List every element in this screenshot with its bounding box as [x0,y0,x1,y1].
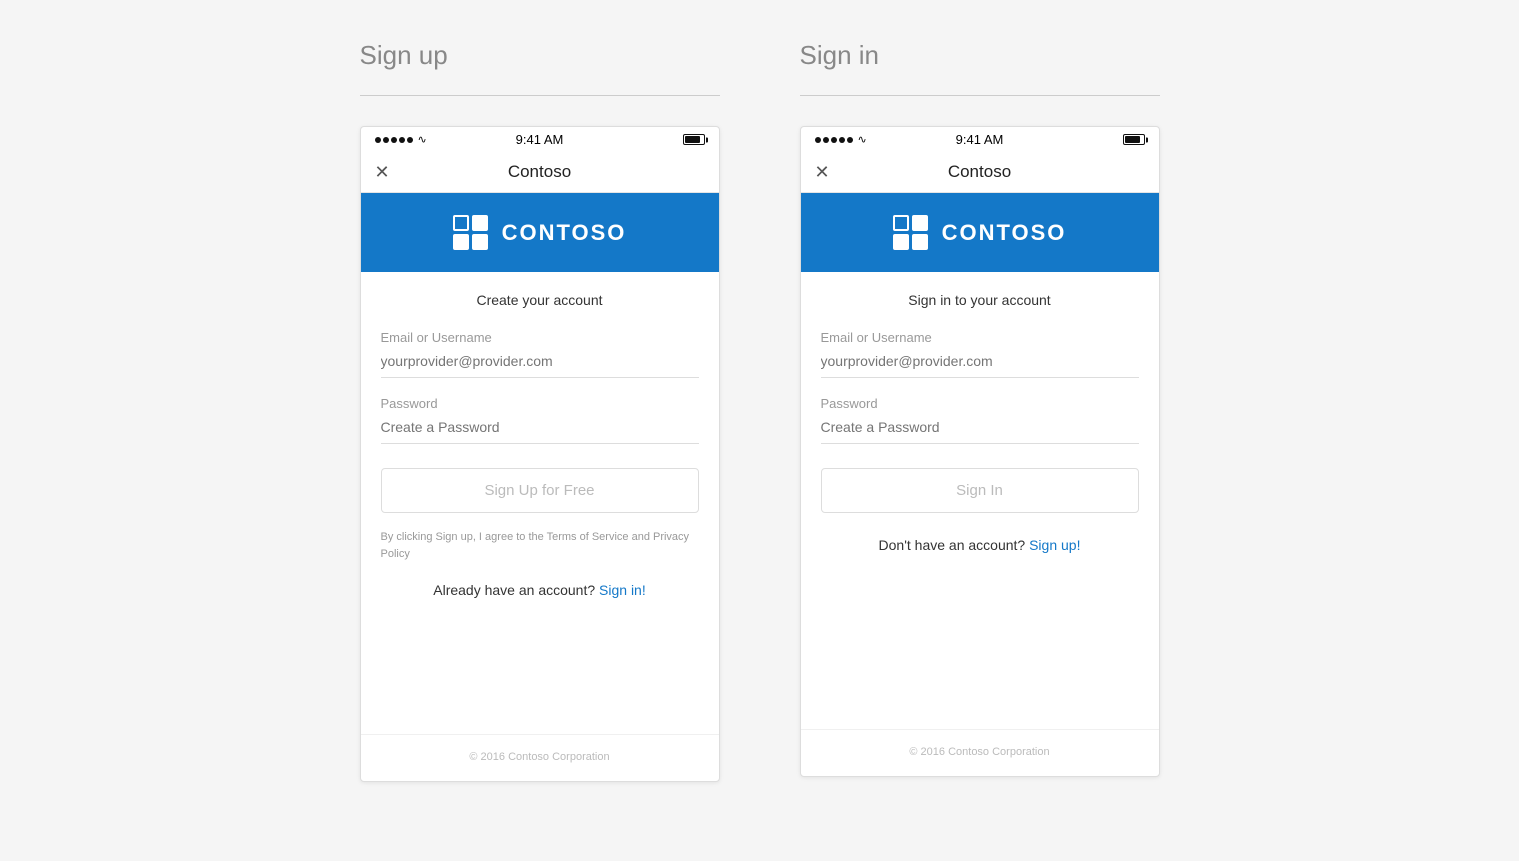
signin-logo-cell-tl [893,215,909,231]
dot-1 [375,137,381,143]
signin-signal-dots [815,137,853,143]
signin-status-time: 9:41 AM [956,132,1004,147]
signin-account-static-text: Don't have an account? [879,537,1026,553]
signin-dot-1 [815,137,821,143]
signin-account-link-text: Don't have an account? Sign up! [821,537,1139,553]
signin-logo-cell-br [912,234,928,250]
dot-3 [391,137,397,143]
signup-submit-button[interactable]: Sign Up for Free [381,468,699,513]
signin-nav-bar: ✕ Contoso [801,152,1159,193]
signup-phone-frame: ∿ 9:41 AM ✕ Contoso CONTOSO [360,126,720,782]
logo-cell-bl [453,234,469,250]
signup-signal-dots [375,137,413,143]
signup-status-left: ∿ [375,133,427,146]
signin-email-label: Email or Username [821,330,1139,345]
dot-2 [383,137,389,143]
dot-4 [399,137,405,143]
signin-brand-logo [893,215,928,250]
signup-form-area: Create your account Email or Username Pa… [361,272,719,634]
signup-brand-header: CONTOSO [361,193,719,272]
signup-title: Sign up [360,40,448,71]
signup-status-bar: ∿ 9:41 AM [361,127,719,152]
signup-wifi-icon: ∿ [418,133,427,146]
signin-nav-title: Contoso [948,162,1011,182]
signup-account-static-text: Already have an account? [433,582,595,598]
signin-password-input[interactable] [821,415,1139,444]
signin-logo-cell-tr [912,215,928,231]
signin-logo-cell-bl [893,234,909,250]
signup-brand-name: CONTOSO [502,220,627,246]
signup-email-label: Email or Username [381,330,699,345]
signup-section: Sign up ∿ 9:41 AM [360,40,720,782]
signup-status-right [683,134,705,145]
signin-close-button[interactable]: ✕ [815,162,830,183]
signin-brand-header: CONTOSO [801,193,1159,272]
signup-form-subtitle: Create your account [381,292,699,308]
signup-password-input[interactable] [381,415,699,444]
signin-battery-fill [1125,136,1140,143]
dot-5 [407,137,413,143]
signin-form-area: Sign in to your account Email or Usernam… [801,272,1159,589]
signup-signin-link[interactable]: Sign in! [599,582,646,598]
signup-account-link-text: Already have an account? Sign in! [381,582,699,598]
signup-nav-title: Contoso [508,162,571,182]
logo-cell-br [472,234,488,250]
signin-title: Sign in [800,40,880,71]
signin-dot-4 [839,137,845,143]
signup-battery-icon [683,134,705,145]
signin-footer: © 2016 Contoso Corporation [801,729,1159,776]
signin-divider [800,95,1160,96]
signup-close-button[interactable]: ✕ [375,162,390,183]
signup-status-time: 9:41 AM [516,132,564,147]
signup-footer: © 2016 Contoso Corporation [361,734,719,781]
signup-password-label: Password [381,396,699,411]
signup-terms-text: By clicking Sign up, I agree to the Term… [381,529,699,562]
logo-cell-tl [453,215,469,231]
signup-email-input[interactable] [381,349,699,378]
signin-phone-frame: ∿ 9:41 AM ✕ Contoso CONTOSO [800,126,1160,777]
signin-password-label: Password [821,396,1139,411]
signin-dot-5 [847,137,853,143]
signin-section: Sign in ∿ 9:41 AM [800,40,1160,777]
signin-signup-link[interactable]: Sign up! [1029,537,1080,553]
signup-divider [360,95,720,96]
signin-battery-icon [1123,134,1145,145]
signup-brand-logo [453,215,488,250]
signin-dot-2 [823,137,829,143]
signin-form-subtitle: Sign in to your account [821,292,1139,308]
logo-cell-tr [472,215,488,231]
signin-wifi-icon: ∿ [858,133,867,146]
signin-status-bar: ∿ 9:41 AM [801,127,1159,152]
signin-dot-3 [831,137,837,143]
signin-brand-name: CONTOSO [942,220,1067,246]
signin-email-input[interactable] [821,349,1139,378]
signup-nav-bar: ✕ Contoso [361,152,719,193]
signin-submit-button[interactable]: Sign In [821,468,1139,513]
signin-status-left: ∿ [815,133,867,146]
signin-status-right [1123,134,1145,145]
signup-battery-fill [685,136,700,143]
